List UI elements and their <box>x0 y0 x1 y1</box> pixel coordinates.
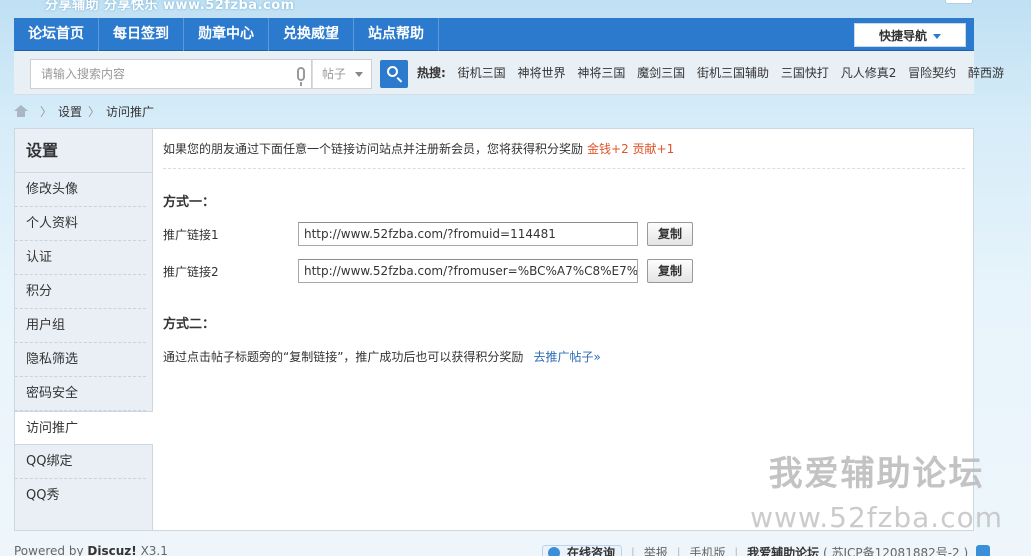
method2-title: 方式二： <box>163 317 216 332</box>
sidebar-item-qq-bind[interactable]: QQ绑定 <box>15 445 146 479</box>
hot-search-label: 热搜: <box>417 66 446 80</box>
hot-search-link[interactable]: 魔剑三国 <box>637 66 685 80</box>
hot-search-link[interactable]: 凡人修真2 <box>841 66 897 80</box>
report-link[interactable]: 举报 <box>644 546 668 556</box>
search-icon <box>387 66 398 77</box>
mobile-link[interactable]: 手机版 <box>689 546 725 556</box>
search-button[interactable] <box>380 60 408 88</box>
method1-title: 方式一： <box>163 195 216 210</box>
powered-by: Powered by Discuz! X3.1 <box>14 544 168 556</box>
sidebar-item-password[interactable]: 密码安全 <box>15 377 146 411</box>
footer-divider: | <box>676 546 681 556</box>
promo-link-row: 推广链接2 http://www.52fzba.com/?fromuser=%B… <box>163 259 723 283</box>
powered-prefix: Powered by <box>14 544 84 556</box>
nav-item-home[interactable]: 论坛首页 <box>14 18 99 51</box>
method2-description: 通过点击帖子标题旁的“复制链接”，推广成功后也可以获得积分奖励 去推广帖子» <box>163 348 601 365</box>
breadcrumb-item-current: 访问推广 <box>106 105 155 119</box>
quick-nav-button[interactable]: 快捷导航 <box>854 23 966 47</box>
nav-item-checkin[interactable]: 每日签到 <box>99 18 184 51</box>
nav-item-exchange[interactable]: 兑换威望 <box>269 18 354 51</box>
sidebar-item-qq-show[interactable]: QQ秀 <box>15 479 146 513</box>
sidebar-item-verify[interactable]: 认证 <box>15 241 146 275</box>
promotion-intro: 如果您的朋友通过下面任意一个链接访问站点并注册新会员，您将获得积分奖励 金钱+2 … <box>163 141 965 169</box>
copy-button[interactable]: 复制 <box>647 222 693 246</box>
powered-version: X3.1 <box>140 544 168 556</box>
promo-link-field[interactable]: http://www.52fzba.com/?fromuser=%BC%A7%C… <box>298 259 638 283</box>
promo-link-row: 推广链接1 http://www.52fzba.com/?fromuid=114… <box>163 222 723 246</box>
search-bar: 请输入搜索内容 帖子 热搜: 街机三国 神将世界 神将三国 魔剑三国 街机三国辅… <box>14 51 1004 95</box>
breadcrumb: 〉设置〉访问推广 <box>14 102 154 122</box>
hot-search-link[interactable]: 三国快打 <box>781 66 829 80</box>
hot-search-link[interactable]: 神将世界 <box>517 66 565 80</box>
nav-item-help[interactable]: 站点帮助 <box>354 18 439 51</box>
footer-divider: | <box>630 546 635 556</box>
hot-search-link[interactable]: 神将三国 <box>577 66 625 80</box>
microphone-icon[interactable] <box>297 67 305 86</box>
sidebar-item-profile[interactable]: 个人资料 <box>15 207 146 241</box>
sidebar: 设置 修改头像 个人资料 认证 积分 用户组 隐私筛选 密码安全 访问推广 QQ… <box>15 129 153 530</box>
site-watermark: 我爱辅助论坛 www.52fzba.com <box>750 446 1003 534</box>
watermark-title: 我爱辅助论坛 <box>768 454 985 494</box>
online-consult-button[interactable]: 在线咨询 <box>542 545 623 556</box>
copy-button[interactable]: 复制 <box>647 259 693 283</box>
promo-link-label: 推广链接1 <box>163 228 219 242</box>
footer: Powered by Discuz! X3.1 在线咨询 | 举报 | 手机版 … <box>14 542 991 556</box>
home-icon[interactable] <box>14 105 28 117</box>
footer-divider: | <box>734 546 739 556</box>
sidebar-item-avatar[interactable]: 修改头像 <box>15 173 146 207</box>
breadcrumb-item-settings[interactable]: 设置 <box>58 105 82 119</box>
nav-item-medals[interactable]: 勋章中心 <box>184 18 269 51</box>
breadcrumb-separator: 〉 <box>88 105 101 119</box>
promo-link-field[interactable]: http://www.52fzba.com/?fromuid=114481 <box>298 222 638 246</box>
promote-posts-link[interactable]: 去推广帖子» <box>533 350 600 364</box>
sidebar-title: 设置 <box>15 129 152 173</box>
hot-search-link[interactable]: 醉西游 <box>968 66 1004 80</box>
sidebar-item-credits[interactable]: 积分 <box>15 275 146 309</box>
hot-search-link[interactable]: 街机三国 <box>458 66 506 80</box>
site-name-link[interactable]: 我爱辅助论坛 <box>747 546 819 556</box>
chevron-down-icon <box>355 72 363 77</box>
hot-search: 热搜: 街机三国 神将世界 神将三国 魔剑三国 街机三国辅助 三国快打 凡人修真… <box>417 59 1004 87</box>
search-input[interactable]: 请输入搜索内容 <box>30 59 312 89</box>
search-placeholder: 请输入搜索内容 <box>41 67 126 81</box>
watermark-url: www.52fzba.com <box>750 501 1003 534</box>
sidebar-item-promotion[interactable]: 访问推广 <box>15 411 153 445</box>
main-nav: 论坛首页 每日签到 勋章中心 兑换威望 站点帮助 快捷导航 <box>14 18 974 51</box>
hot-search-link[interactable]: 街机三国辅助 <box>697 66 769 80</box>
footer-links: 在线咨询 | 举报 | 手机版 | 我爱辅助论坛 ( 苏ICP备12081882… <box>542 544 991 556</box>
powered-brand[interactable]: Discuz! <box>87 544 136 556</box>
sidebar-item-usergroup[interactable]: 用户组 <box>15 309 146 343</box>
breadcrumb-separator: 〉 <box>40 105 53 119</box>
top-banner: 分享辅助 分享快乐 www.52fzba.com <box>0 0 1031 14</box>
chevron-down-icon <box>933 34 941 39</box>
corner-decoration <box>945 0 973 4</box>
site-slogan: 分享辅助 分享快乐 www.52fzba.com <box>45 0 295 13</box>
method2-text: 通过点击帖子标题旁的“复制链接”，推广成功后也可以获得积分奖励 <box>163 350 524 364</box>
search-type-select[interactable]: 帖子 <box>312 59 372 89</box>
icp-link[interactable]: ( 苏ICP备12081882号-2 ) <box>823 546 968 556</box>
sidebar-item-privacy[interactable]: 隐私筛选 <box>15 343 146 377</box>
quick-nav-label: 快捷导航 <box>878 29 927 43</box>
security-badge-icon[interactable] <box>976 545 991 556</box>
search-type-value: 帖子 <box>322 67 347 81</box>
reward-text: 金钱+2 贡献+1 <box>587 142 675 156</box>
intro-text: 如果您的朋友通过下面任意一个链接访问站点并注册新会员，您将获得积分奖励 <box>163 142 584 156</box>
promo-link-label: 推广链接2 <box>163 265 219 279</box>
hot-search-link[interactable]: 冒险契约 <box>908 66 956 80</box>
